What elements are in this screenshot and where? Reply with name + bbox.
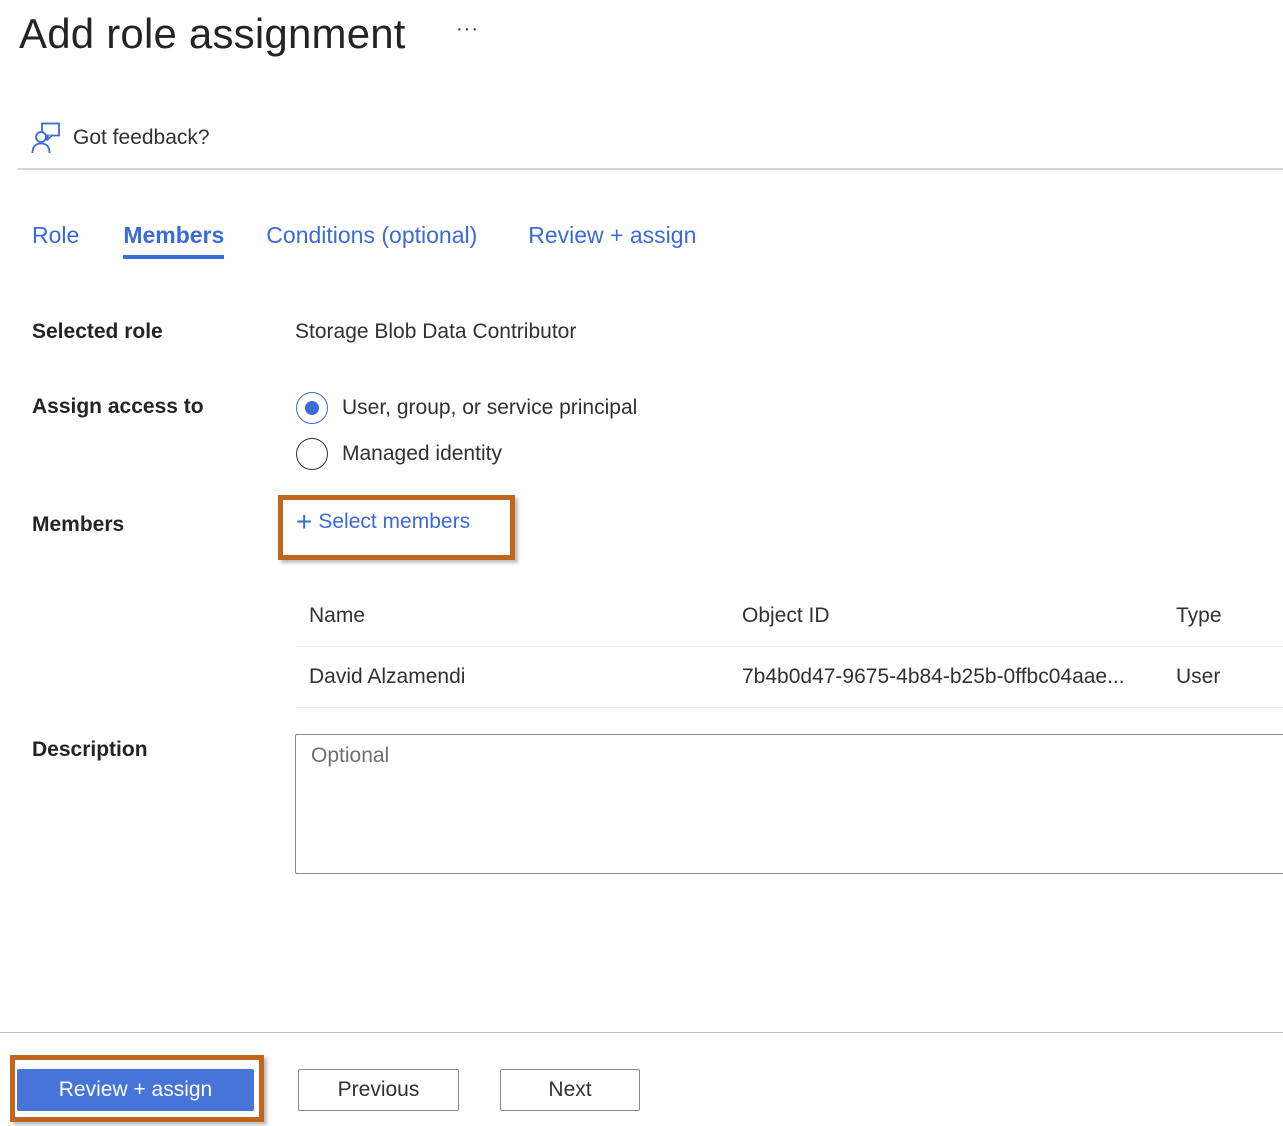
plus-icon: + [296,506,313,537]
cell-type: User [1176,665,1221,688]
description-label: Description [32,738,148,761]
feedback-link[interactable]: Got feedback? [31,122,210,154]
tab-role[interactable]: Role [32,222,79,259]
cell-name: David Alzamendi [309,665,466,688]
cell-object-id: 7b4b0d47-9675-4b84-b25b-0ffbc04aae... [742,665,1125,688]
add-role-assignment-page: Add role assignment ··· Got feedback? Ro… [0,0,1283,1126]
more-options-button[interactable]: ··· [456,18,479,41]
select-members-label: Select members [318,510,471,533]
tab-members[interactable]: Members [123,222,224,259]
assign-access-label: Assign access to [32,395,204,418]
radio-managed-identity[interactable]: Managed identity [296,438,502,470]
next-button[interactable]: Next [500,1069,640,1111]
header-divider [18,168,1283,170]
radio-label: Managed identity [342,442,502,465]
radio-user-group-sp[interactable]: User, group, or service principal [296,392,637,424]
table-header-row: Name Object ID Type [296,586,1283,647]
selected-role-label: Selected role [32,320,163,343]
radio-button-checked[interactable] [296,392,328,424]
radio-label: User, group, or service principal [342,396,638,419]
members-table: Name Object ID Type David Alzamendi 7b4b… [296,586,1283,708]
column-header-type: Type [1176,604,1222,627]
wizard-tabs: Role Members Conditions (optional) Revie… [32,222,740,259]
feedback-label: Got feedback? [73,126,210,149]
column-header-name: Name [309,604,366,627]
description-input[interactable] [295,734,1283,874]
feedback-person-icon [31,122,60,154]
tab-conditions[interactable]: Conditions (optional) [266,222,477,259]
page-title: Add role assignment [19,10,406,57]
radio-button-unchecked[interactable] [296,438,328,470]
selected-role-value: Storage Blob Data Contributor [295,320,577,343]
previous-button[interactable]: Previous [298,1069,459,1111]
footer-divider [0,1032,1283,1033]
review-assign-button[interactable]: Review + assign [17,1069,254,1111]
table-row[interactable]: David Alzamendi 7b4b0d47-9675-4b84-b25b-… [296,647,1283,708]
tab-review-assign[interactable]: Review + assign [528,222,696,259]
column-header-object-id: Object ID [742,604,830,627]
select-members-button[interactable]: + Select members [296,506,471,537]
members-label: Members [32,513,125,536]
